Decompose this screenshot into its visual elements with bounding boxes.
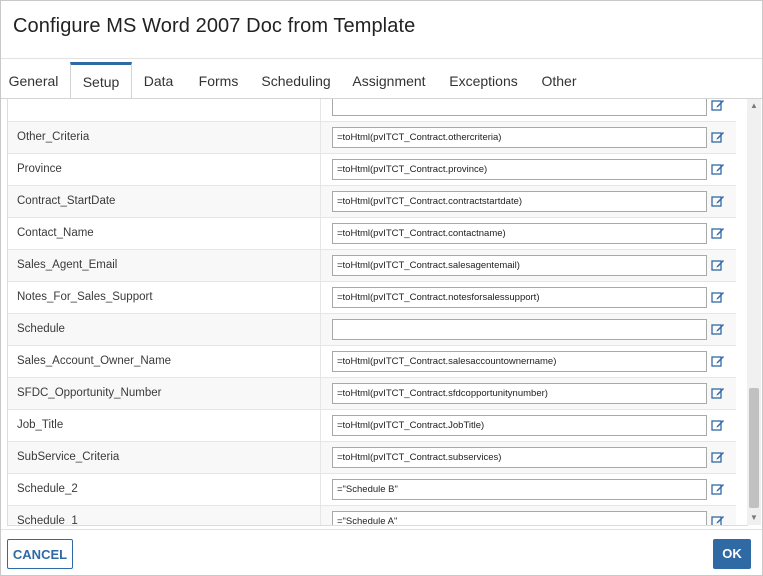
- field-value-input[interactable]: =toHtml(pvITCT_Contract.salesaccountowne…: [332, 351, 707, 372]
- edit-pencil-icon[interactable]: [711, 418, 725, 432]
- table-row: Other_Criteria =toHtml(pvITCT_Contract.ot…: [8, 122, 736, 154]
- tab-scheduling[interactable]: Scheduling: [255, 63, 337, 98]
- table-row: [8, 99, 736, 122]
- field-value-input[interactable]: =toHtml(pvITCT_Contract.notesforsalessup…: [332, 287, 707, 308]
- field-value-input[interactable]: ="Schedule A": [332, 511, 707, 525]
- table-row: Contract_StartDate =toHtml(pvITCT_Contrac…: [8, 186, 736, 218]
- table-row: Schedule: [8, 314, 736, 346]
- edit-pencil-icon[interactable]: [711, 354, 725, 368]
- tab-bar: General Setup Data Forms Scheduling Assi…: [1, 62, 762, 102]
- edit-pencil-icon[interactable]: [711, 322, 725, 336]
- edit-pencil-icon[interactable]: [711, 290, 725, 304]
- tab-exceptions[interactable]: Exceptions: [441, 63, 526, 98]
- table-row: Job_Title =toHtml(pvITCT_Contract.JobTitl…: [8, 410, 736, 442]
- field-mapping-grid: Other_Criteria =toHtml(pvITCT_Contract.ot…: [8, 99, 736, 525]
- tab-other[interactable]: Other: [534, 63, 584, 98]
- chevron-up-icon[interactable]: ▲: [747, 99, 761, 113]
- field-value-input[interactable]: =toHtml(pvITCT_Contract.contactname): [332, 223, 707, 244]
- edit-pencil-icon[interactable]: [711, 194, 725, 208]
- edit-pencil-icon[interactable]: [711, 450, 725, 464]
- edit-pencil-icon[interactable]: [711, 130, 725, 144]
- edit-pencil-icon[interactable]: [711, 226, 725, 240]
- field-value-input[interactable]: =toHtml(pvITCT_Contract.JobTitle): [332, 415, 707, 436]
- table-row: Contact_Name =toHtml(pvITCT_Contract.cont…: [8, 218, 736, 250]
- field-label: Contact_Name: [8, 218, 321, 249]
- header-divider: [1, 58, 762, 59]
- ok-button[interactable]: OK: [713, 539, 751, 569]
- table-row: SFDC_Opportunity_Number =toHtml(pvITCT_Co…: [8, 378, 736, 410]
- field-value-input[interactable]: =toHtml(pvITCT_Contract.contractstartdat…: [332, 191, 707, 212]
- field-label: [8, 99, 321, 121]
- field-value-input[interactable]: ="Schedule B": [332, 479, 707, 500]
- field-value-input[interactable]: =toHtml(pvITCT_Contract.othercriteria): [332, 127, 707, 148]
- tab-forms[interactable]: Forms: [190, 63, 247, 98]
- table-row: Notes_For_Sales_Support =toHtml(pvITCT_Co…: [8, 282, 736, 314]
- field-label: Sales_Account_Owner_Name: [8, 346, 321, 377]
- edit-pencil-icon[interactable]: [711, 162, 725, 176]
- table-row: Schedule_2 ="Schedule B": [8, 474, 736, 506]
- field-label: SubService_Criteria: [8, 442, 321, 473]
- table-row: Schedule_1 ="Schedule A": [8, 506, 736, 525]
- edit-pencil-icon[interactable]: [711, 514, 725, 525]
- table-row: SubService_Criteria =toHtml(pvITCT_Contra…: [8, 442, 736, 474]
- field-label: Job_Title: [8, 410, 321, 441]
- field-value-input[interactable]: =toHtml(pvITCT_Contract.salesagentemail): [332, 255, 707, 276]
- chevron-down-icon[interactable]: ▼: [747, 511, 761, 525]
- scrollbar-thumb[interactable]: [749, 388, 759, 508]
- field-value-input[interactable]: =toHtml(pvITCT_Contract.province): [332, 159, 707, 180]
- field-label: Notes_For_Sales_Support: [8, 282, 321, 313]
- dialog-title: Configure MS Word 2007 Doc from Template: [13, 15, 416, 37]
- field-value-input[interactable]: =toHtml(pvITCT_Contract.sfdcopportunityn…: [332, 383, 707, 404]
- field-label: Schedule_2: [8, 474, 321, 505]
- table-row: Province =toHtml(pvITCT_Contract.province…: [8, 154, 736, 186]
- field-label: Contract_StartDate: [8, 186, 321, 217]
- table-row: Sales_Account_Owner_Name =toHtml(pvITCT_C…: [8, 346, 736, 378]
- field-label: Schedule_1: [8, 506, 321, 525]
- field-value-input[interactable]: [332, 99, 707, 116]
- tab-setup[interactable]: Setup: [70, 62, 132, 102]
- field-label: Sales_Agent_Email: [8, 250, 321, 281]
- mapping-panel: Other_Criteria =toHtml(pvITCT_Contract.ot…: [7, 99, 748, 526]
- field-label: SFDC_Opportunity_Number: [8, 378, 321, 409]
- field-label: Schedule: [8, 314, 321, 345]
- edit-pencil-icon[interactable]: [711, 258, 725, 272]
- table-row: Sales_Agent_Email =toHtml(pvITCT_Contract…: [8, 250, 736, 282]
- tab-general[interactable]: General: [1, 63, 66, 98]
- field-value-input[interactable]: [332, 319, 707, 340]
- field-label: Other_Criteria: [8, 122, 321, 153]
- cancel-button[interactable]: CANCEL: [7, 539, 73, 569]
- field-value-input[interactable]: =toHtml(pvITCT_Contract.subservices): [332, 447, 707, 468]
- field-label: Province: [8, 154, 321, 185]
- edit-pencil-icon[interactable]: [711, 386, 725, 400]
- footer-divider: [1, 529, 762, 530]
- vertical-scrollbar[interactable]: ▲ ▼: [747, 99, 761, 525]
- configure-dialog: Configure MS Word 2007 Doc from Template…: [0, 0, 763, 576]
- tab-assignment[interactable]: Assignment: [345, 63, 433, 98]
- edit-pencil-icon[interactable]: [711, 482, 725, 496]
- tab-data[interactable]: Data: [135, 63, 182, 98]
- edit-pencil-icon[interactable]: [711, 99, 725, 112]
